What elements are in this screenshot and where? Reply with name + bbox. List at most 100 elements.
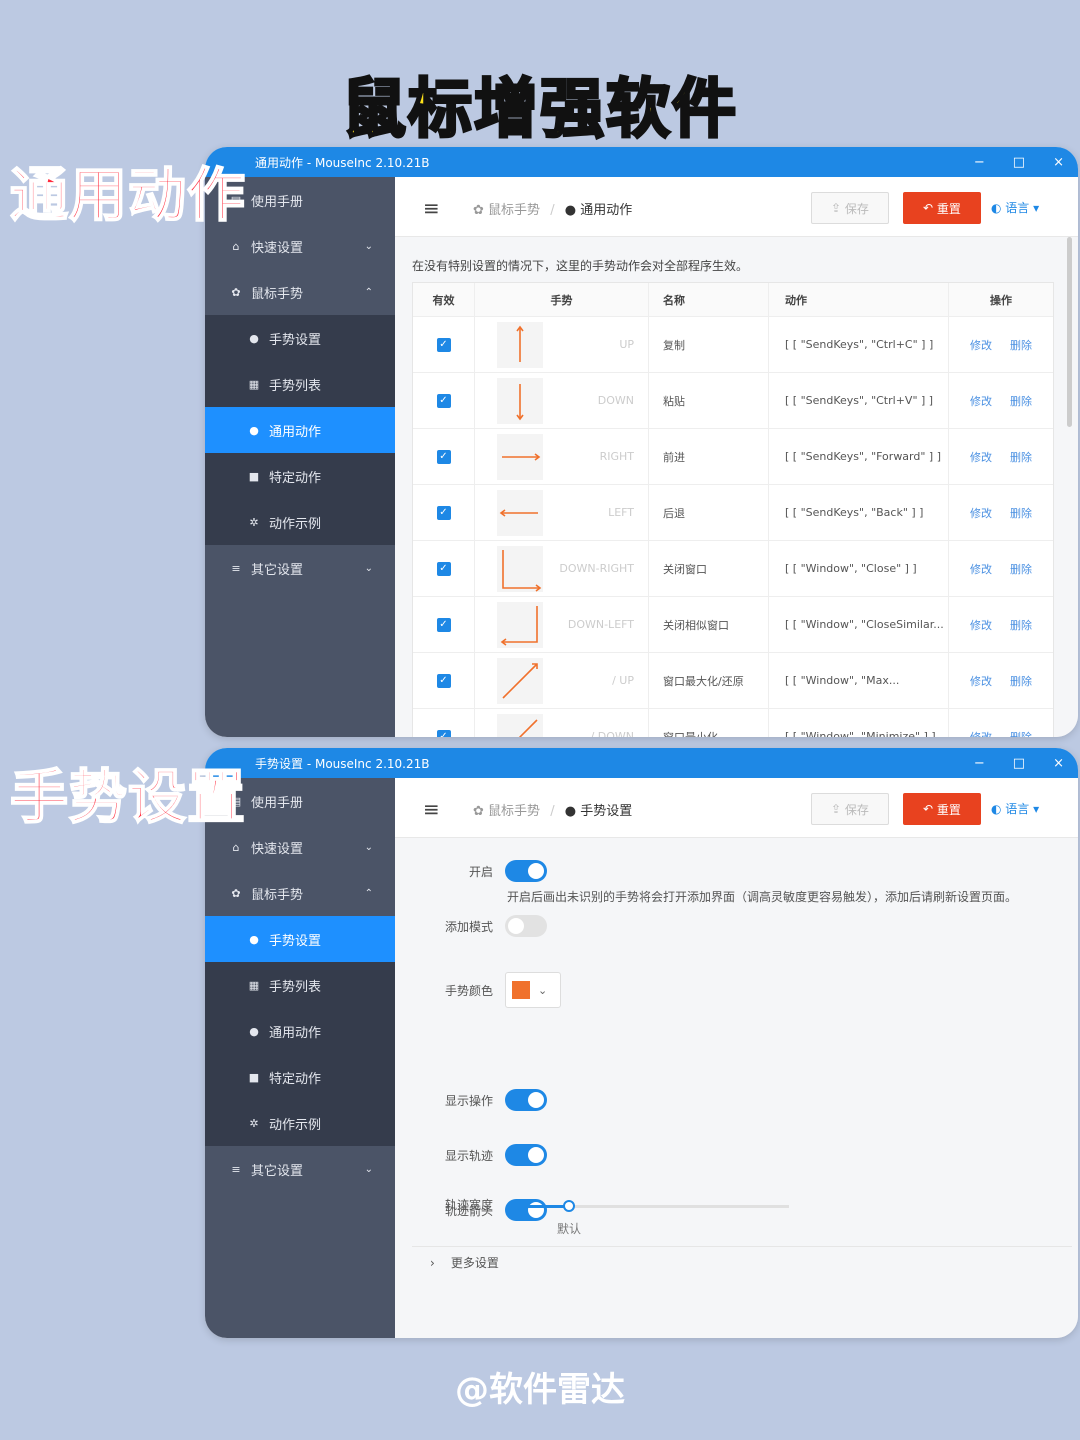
enabled-cell: ✓ xyxy=(413,709,475,737)
more-settings-collapse[interactable]: › 更多设置 xyxy=(412,1246,1072,1278)
gesture-stroke-icon xyxy=(516,384,524,421)
sidebar-item-label: 动作示例 xyxy=(269,1117,322,1133)
delete-link[interactable]: 删除 xyxy=(1010,505,1032,521)
close-button[interactable]: × xyxy=(1053,756,1064,771)
show-trail-toggle[interactable] xyxy=(505,1144,547,1166)
chevron-down-icon: ⌄ xyxy=(364,841,373,853)
gesture-code: DOWN-RIGHT xyxy=(559,562,634,575)
save-button[interactable]: ⇪ 保存 xyxy=(811,192,889,224)
reset-button[interactable]: ↶ 重置 xyxy=(903,793,981,825)
table-row: ✓ / UP 窗口最大化/还原[ [ "Window", "Max... 修改 删除 xyxy=(413,653,1053,709)
enabled-checkbox[interactable]: ✓ xyxy=(436,449,451,464)
sidebar-item-common-actions[interactable]: ● 通用动作 xyxy=(205,1008,395,1054)
sidebar-item-gesture-list[interactable]: ▦ 手势列表 xyxy=(205,361,395,407)
language-dropdown[interactable]: ◐ 语言 ▾ xyxy=(991,199,1039,216)
sidebar-item-action-examples[interactable]: ✲ 动作示例 xyxy=(205,499,395,545)
sidebar-item-action-examples[interactable]: ✲ 动作示例 xyxy=(205,1100,395,1146)
minimize-button[interactable]: − xyxy=(974,155,985,170)
enabled-checkbox[interactable]: ✓ xyxy=(436,393,451,408)
edit-link[interactable]: 修改 xyxy=(970,449,992,465)
label-common-actions: 通用动作 xyxy=(9,160,247,230)
sidebar-item-specific-actions[interactable]: ■ 特定动作 xyxy=(205,1054,395,1100)
gesture-cell: LEFT xyxy=(475,485,649,540)
maximize-button[interactable]: □ xyxy=(1013,155,1025,170)
add-mode-hint: 开启后画出未识别的手势将会打开添加界面（调高灵敏度更容易触发），添加后请刷新设置… xyxy=(507,890,1018,904)
trail-width-slider[interactable] xyxy=(507,1200,789,1212)
edit-link[interactable]: 修改 xyxy=(970,505,992,521)
upload-icon: ⇪ xyxy=(831,201,845,215)
sliders-icon: ≡ xyxy=(231,1162,241,1176)
maximize-button[interactable]: □ xyxy=(1013,756,1025,771)
gesture-name: 关闭窗口 xyxy=(649,541,769,596)
breadcrumb-current: 通用动作 xyxy=(580,203,633,218)
sidebar-item-label: 手势列表 xyxy=(269,979,322,995)
trail-arrow-toggle[interactable] xyxy=(505,1199,547,1221)
edit-link[interactable]: 修改 xyxy=(970,561,992,577)
edit-link[interactable]: 修改 xyxy=(970,673,992,689)
delete-link[interactable]: 删除 xyxy=(1010,561,1032,577)
translate-icon: ◐ xyxy=(991,802,1006,816)
gesture-thumbnail xyxy=(497,378,543,424)
enabled-checkbox[interactable]: ✓ xyxy=(436,617,451,632)
sidebar-item-other-settings[interactable]: ≡ 其它设置 ⌄ xyxy=(205,545,395,591)
enabled-cell: ✓ xyxy=(413,373,475,428)
sidebar-item-specific-actions[interactable]: ■ 特定动作 xyxy=(205,453,395,499)
sidebar-item-mouse-gesture[interactable]: ✿ 鼠标手势 ⌃ xyxy=(205,870,395,916)
delete-link[interactable]: 删除 xyxy=(1010,729,1032,738)
language-dropdown[interactable]: ◐ 语言 ▾ xyxy=(991,800,1039,817)
language-label: 语言 xyxy=(1005,802,1030,816)
edit-link[interactable]: 修改 xyxy=(970,337,992,353)
breadcrumb-parent[interactable]: 鼠标手势 xyxy=(488,203,540,218)
gesture-stroke-icon xyxy=(502,663,538,699)
sidebar-item-common-actions[interactable]: ● 通用动作 xyxy=(205,407,395,453)
delete-link[interactable]: 删除 xyxy=(1010,617,1032,633)
show-action-toggle[interactable] xyxy=(505,1089,547,1111)
gesture-name: 复制 xyxy=(649,317,769,372)
edit-link[interactable]: 修改 xyxy=(970,729,992,738)
scrollbar[interactable] xyxy=(1067,237,1072,427)
sidebar-item-gesture-settings[interactable]: ● 手势设置 xyxy=(205,315,395,361)
breadcrumb-parent[interactable]: 鼠标手势 xyxy=(488,804,540,819)
sidebar-item-label: 其它设置 xyxy=(251,562,304,578)
sidebar-item-gesture-list[interactable]: ▦ 手势列表 xyxy=(205,962,395,1008)
title-bar: 通用动作 - MouseInc 2.10.21B − □ × xyxy=(205,147,1078,177)
add-mode-toggle[interactable] xyxy=(505,915,547,937)
minimize-button[interactable]: − xyxy=(974,756,985,771)
breadcrumb-separator: / xyxy=(550,203,555,218)
sidebar-item-other-settings[interactable]: ≡ 其它设置 ⌄ xyxy=(205,1146,395,1192)
globe-icon: ● xyxy=(564,203,581,218)
enabled-checkbox[interactable]: ✓ xyxy=(436,337,451,352)
color-picker[interactable]: ⌄ xyxy=(505,972,561,1008)
slider-handle[interactable] xyxy=(563,1200,576,1212)
reset-button[interactable]: ↶ 重置 xyxy=(903,192,981,224)
enable-toggle[interactable] xyxy=(505,860,547,882)
edit-link[interactable]: 修改 xyxy=(970,617,992,633)
gesture-code: DOWN-LEFT xyxy=(567,618,634,631)
table-row: ✓ UP 复制[ [ "SendKeys", "Ctrl+C" ] ] 修改 删除 xyxy=(413,317,1053,373)
header-gesture: 手势 xyxy=(475,283,649,316)
gesture-thumbnail xyxy=(497,322,543,368)
sidebar-item-mouse-gesture[interactable]: ✿ 鼠标手势 ⌃ xyxy=(205,269,395,315)
setting-add-mode: 添加模式 xyxy=(395,915,547,937)
breadcrumb: ✿ 鼠标手势 / ● 通用动作 xyxy=(473,199,632,218)
setting-gesture-color: 手势颜色 ⌄ xyxy=(395,972,561,1008)
close-button[interactable]: × xyxy=(1053,155,1064,170)
delete-link[interactable]: 删除 xyxy=(1010,393,1032,409)
gesture-stroke-icon xyxy=(502,550,542,592)
sidebar-item-gesture-settings[interactable]: ● 手势设置 xyxy=(205,916,395,962)
hamburger-icon[interactable]: ≡ xyxy=(423,196,440,220)
header: ≡ ✿ 鼠标手势 / ● 通用动作 ⇪ 保存 ↶ 重置 ◐ 语言 ▾ xyxy=(395,177,1078,237)
save-button[interactable]: ⇪ 保存 xyxy=(811,793,889,825)
sun-icon: ✲ xyxy=(249,515,259,529)
delete-link[interactable]: 删除 xyxy=(1010,673,1032,689)
hamburger-icon[interactable]: ≡ xyxy=(423,797,440,821)
enabled-checkbox[interactable]: ✓ xyxy=(436,729,451,737)
delete-link[interactable]: 删除 xyxy=(1010,337,1032,353)
enabled-checkbox[interactable]: ✓ xyxy=(436,505,451,520)
color-swatch xyxy=(512,981,530,999)
breadcrumb-separator: / xyxy=(550,804,555,819)
enabled-checkbox[interactable]: ✓ xyxy=(436,561,451,576)
edit-link[interactable]: 修改 xyxy=(970,393,992,409)
delete-link[interactable]: 删除 xyxy=(1010,449,1032,465)
enabled-checkbox[interactable]: ✓ xyxy=(436,673,451,688)
